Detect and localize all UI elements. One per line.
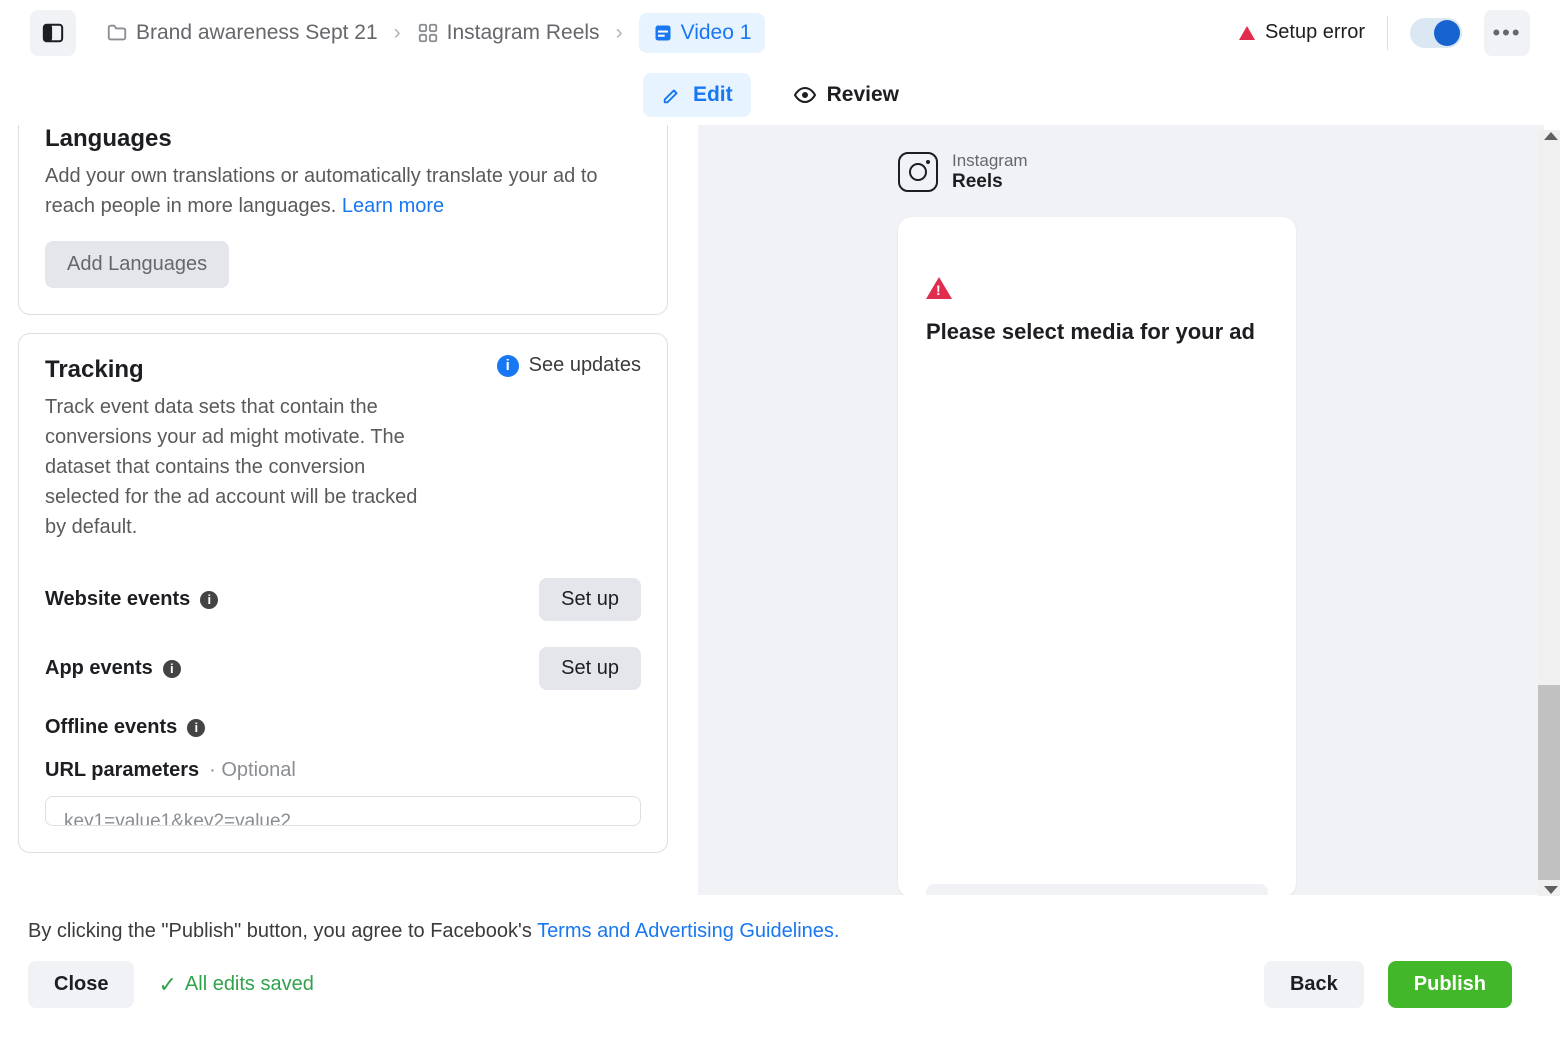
folder-icon	[106, 22, 128, 44]
info-icon[interactable]: i	[200, 591, 218, 609]
breadcrumb-campaign[interactable]: Brand awareness Sept 21	[106, 21, 378, 45]
website-events-label: Website events	[45, 588, 190, 611]
setup-error-label: Setup error	[1265, 21, 1365, 44]
preview-placement: Reels	[952, 171, 1003, 192]
publish-button[interactable]: Publish	[1388, 961, 1512, 1008]
url-params-input[interactable]: key1=value1&key2=value2	[45, 796, 641, 826]
breadcrumb-ad[interactable]: Video 1	[639, 13, 766, 53]
info-icon: i	[497, 355, 519, 377]
ad-preview-panel: Instagram Reels Please select media for …	[698, 125, 1544, 895]
panel-toggle-button[interactable]	[30, 10, 76, 56]
panel-icon	[42, 22, 64, 44]
scroll-thumb[interactable]	[1538, 685, 1560, 880]
learn-more-link[interactable]: Learn more	[342, 195, 444, 217]
languages-desc: Add your own translations or automatical…	[45, 161, 641, 221]
setup-error-indicator[interactable]: Setup error	[1239, 21, 1365, 44]
optional-label: · Optional	[209, 759, 296, 782]
info-icon[interactable]: i	[187, 719, 205, 737]
tracking-desc: Track event data sets that contain the c…	[45, 392, 435, 542]
save-status-label: All edits saved	[185, 973, 314, 996]
preview-card: Please select media for your ad Add Medi…	[898, 217, 1296, 895]
more-options-button[interactable]: •••	[1484, 10, 1530, 56]
toggle-knob	[1434, 20, 1460, 46]
warning-icon	[926, 277, 952, 299]
back-button[interactable]: Back	[1264, 961, 1364, 1008]
scrollbar[interactable]	[1538, 130, 1560, 896]
chevron-right-icon: ›	[616, 21, 623, 45]
tab-review-label: Review	[827, 83, 899, 107]
website-events-setup-button[interactable]: Set up	[539, 578, 641, 621]
offline-events-label: Offline events	[45, 716, 177, 739]
ad-icon	[653, 23, 673, 43]
grid-icon	[417, 22, 439, 44]
tab-edit[interactable]: Edit	[643, 73, 751, 117]
footer-disclaimer: By clicking the "Publish" button, you ag…	[28, 920, 1512, 943]
breadcrumb-campaign-label: Brand awareness Sept 21	[136, 21, 378, 45]
divider	[1387, 16, 1388, 50]
breadcrumb: Brand awareness Sept 21 › Instagram Reel…	[106, 13, 765, 53]
scroll-up-icon[interactable]	[1544, 132, 1558, 140]
add-media-button[interactable]: Add Media	[926, 884, 1268, 895]
languages-section: Languages Add your own translations or a…	[18, 125, 668, 315]
checkmark-icon: ✓	[158, 972, 176, 998]
see-updates-button[interactable]: i See updates	[497, 354, 641, 377]
dots-icon: •••	[1492, 20, 1521, 46]
ad-status-toggle[interactable]	[1410, 18, 1462, 48]
breadcrumb-ad-label: Video 1	[681, 21, 752, 45]
languages-title: Languages	[45, 125, 641, 153]
scroll-down-icon[interactable]	[1544, 886, 1558, 894]
preview-platform: Instagram	[952, 151, 1028, 171]
breadcrumb-adset[interactable]: Instagram Reels	[417, 21, 600, 45]
tracking-section: i See updates Tracking Track event data …	[18, 333, 668, 853]
pencil-icon	[661, 84, 683, 106]
footer: By clicking the "Publish" button, you ag…	[0, 898, 1540, 1040]
chevron-right-icon: ›	[394, 21, 401, 45]
see-updates-label: See updates	[529, 354, 641, 377]
tab-edit-label: Edit	[693, 83, 733, 107]
close-button[interactable]: Close	[28, 961, 134, 1008]
tab-review[interactable]: Review	[775, 73, 917, 117]
terms-link[interactable]: Terms and Advertising Guidelines.	[537, 920, 839, 942]
warning-icon	[1239, 26, 1255, 40]
add-languages-button[interactable]: Add Languages	[45, 241, 229, 288]
eye-icon	[793, 83, 817, 107]
url-params-label: URL parameters	[45, 759, 199, 782]
instagram-icon	[898, 152, 938, 192]
app-events-label: App events	[45, 657, 153, 680]
save-status: ✓ All edits saved	[158, 972, 313, 998]
info-icon[interactable]: i	[163, 660, 181, 678]
breadcrumb-adset-label: Instagram Reels	[447, 21, 600, 45]
app-events-setup-button[interactable]: Set up	[539, 647, 641, 690]
preview-message: Please select media for your ad	[926, 317, 1268, 347]
